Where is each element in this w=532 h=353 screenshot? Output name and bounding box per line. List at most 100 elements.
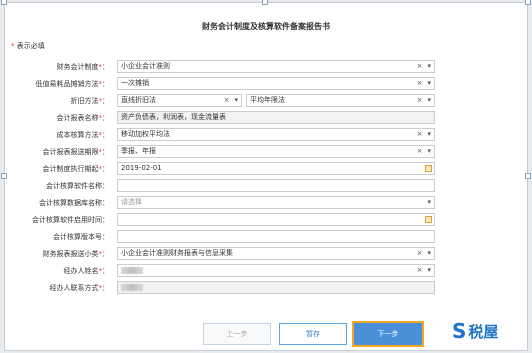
field-input[interactable]: 小企业会计准则财务报表与信息采集 × ▾ xyxy=(117,247,435,260)
field-value: 2019-02-01 xyxy=(121,164,162,172)
field-label-text: 经办人联系方式 xyxy=(49,284,99,292)
field-label-text: 会计核算软件名称 xyxy=(46,182,102,190)
logo-mark-icon: S xyxy=(452,319,467,343)
field-input[interactable] xyxy=(117,230,435,243)
field-value: 小企业会计准则财务报表与信息采集 xyxy=(121,249,233,257)
label-colon: ： xyxy=(102,250,109,258)
required-note-text: 表示必填 xyxy=(16,42,45,50)
field-value: 平均年限法 xyxy=(250,96,285,104)
clear-icon[interactable]: × xyxy=(417,62,423,70)
field-label: 财务会计制度*： xyxy=(57,62,110,72)
clear-icon[interactable]: × xyxy=(417,147,423,155)
label-colon: ： xyxy=(102,216,109,224)
clear-icon[interactable]: × xyxy=(417,96,423,104)
field-label: 会计报表报送期限*： xyxy=(43,147,110,157)
field-value: 小企业会计准则 xyxy=(121,62,170,70)
label-colon: ： xyxy=(102,97,109,105)
dropdown-arrow-icon[interactable]: ▾ xyxy=(427,266,431,274)
clear-icon[interactable]: × xyxy=(417,130,423,138)
field-label-text: 财务报表报送小类 xyxy=(42,250,99,258)
dropdown-arrow-icon[interactable]: ▾ xyxy=(427,96,431,104)
select-controls: ▾ xyxy=(427,197,431,208)
dropdown-arrow-icon[interactable]: ▾ xyxy=(427,198,431,206)
label-colon: ： xyxy=(102,165,109,173)
field-input[interactable]: 直线折旧法 × ▾ xyxy=(117,94,242,107)
resize-handle[interactable] xyxy=(525,0,531,5)
resize-handle[interactable] xyxy=(1,0,7,5)
field-input[interactable]: 季报、年报 × ▾ xyxy=(117,145,435,158)
prev-button[interactable]: 上一步 xyxy=(203,323,271,345)
next-button[interactable]: 下一步 xyxy=(352,321,424,347)
dropdown-arrow-icon[interactable]: ▾ xyxy=(427,79,431,87)
select-controls: × ▾ xyxy=(417,146,431,157)
field-value: 季报、年报 xyxy=(121,147,156,155)
field-label: 成本核算方法*： xyxy=(57,130,110,140)
label-colon: ： xyxy=(102,63,109,71)
field-label-text: 会计核算软件启用时间 xyxy=(32,216,102,224)
form-row: 经办人联系方式*： xyxy=(5,280,527,296)
field-value: 直线折旧法 xyxy=(121,96,156,104)
form-row: 会计核算数据库名称： 请选择 ▾ xyxy=(5,195,527,211)
form-row: 会计报表名称*： 资产负债表，利润表，现金流量表 xyxy=(5,110,527,126)
save-draft-button[interactable]: 暂存 xyxy=(279,323,347,345)
field-input[interactable]: 请选择 ▾ xyxy=(117,196,435,209)
field-label-text: 会计制度执行期起 xyxy=(42,165,99,173)
redacted-value xyxy=(121,267,143,274)
label-colon: ： xyxy=(102,233,109,241)
form-row: 折旧方法*： 直线折旧法 × ▾ 平均年限法 × ▾ xyxy=(5,93,527,109)
select-controls: × ▾ xyxy=(417,129,431,140)
field-input[interactable]: 一次摊销 × ▾ xyxy=(117,77,435,90)
field-label-text: 会计报表名称 xyxy=(56,114,99,122)
dropdown-arrow-icon[interactable]: ▾ xyxy=(427,147,431,155)
field-label: 会计核算软件名称： xyxy=(46,181,109,191)
clear-icon[interactable]: × xyxy=(417,79,423,87)
select-controls: × ▾ xyxy=(417,61,431,72)
dropdown-arrow-icon[interactable]: ▾ xyxy=(427,249,431,257)
dropdown-arrow-icon[interactable]: ▾ xyxy=(427,130,431,138)
form-row: 经办人姓名*： × ▾ xyxy=(5,263,527,279)
field-value: 一次摊销 xyxy=(121,79,149,87)
field-input[interactable] xyxy=(117,281,435,294)
clear-icon[interactable]: × xyxy=(417,249,423,257)
calendar-icon[interactable] xyxy=(425,216,432,223)
dropdown-arrow-icon[interactable]: ▾ xyxy=(234,96,238,104)
field-input[interactable]: 资产负债表，利润表，现金流量表 xyxy=(117,111,435,124)
field-label: 会计制度执行期起*： xyxy=(43,164,110,174)
label-colon: ： xyxy=(102,114,109,122)
required-star: * xyxy=(11,42,15,50)
field-label-text: 会计核算版本号 xyxy=(53,233,102,241)
field-input[interactable]: 小企业会计准则 × ▾ xyxy=(117,60,435,73)
resize-handle[interactable] xyxy=(262,0,268,5)
select-controls: × ▾ xyxy=(224,95,238,106)
field-input[interactable]: 平均年限法 × ▾ xyxy=(246,94,435,107)
label-colon: ： xyxy=(102,80,109,88)
form-row: 会计报表报送期限*： 季报、年报 × ▾ xyxy=(5,144,527,160)
label-colon: ： xyxy=(102,199,109,207)
field-label: 折旧方法*： xyxy=(71,96,110,106)
field-label-text: 折旧方法 xyxy=(70,97,99,105)
field-input[interactable]: 2019-02-01 xyxy=(117,162,435,175)
field-label: 会计核算版本号： xyxy=(53,232,109,242)
label-colon: ： xyxy=(102,148,109,156)
label-colon: ： xyxy=(102,182,109,190)
clear-icon[interactable]: × xyxy=(224,96,230,104)
calendar-icon[interactable] xyxy=(425,165,432,172)
dropdown-arrow-icon[interactable]: ▾ xyxy=(427,62,431,70)
field-input[interactable] xyxy=(117,213,435,226)
field-input[interactable]: × ▾ xyxy=(117,264,435,277)
report-dialog: 财务会计制度及核算软件备案报告书 * 表示必填 财务会计制度*： 小企业会计准则 ×… xyxy=(1,0,531,351)
clear-icon[interactable]: × xyxy=(417,266,423,274)
field-input[interactable]: 移动加权平均法 × ▾ xyxy=(117,128,435,141)
field-label: 经办人联系方式*： xyxy=(50,283,110,293)
field-label-text: 成本核算方法 xyxy=(56,131,99,139)
field-value: 资产负债表，利润表，现金流量表 xyxy=(121,113,226,121)
dialog-title: 财务会计制度及核算软件备案报告书 xyxy=(202,22,330,31)
field-value: 请选择 xyxy=(121,198,142,206)
field-value: 移动加权平均法 xyxy=(121,130,170,138)
report-form: 财务会计制度*： 小企业会计准则 × ▾ 低值易耗品摊销方法*： 一次摊销 × ▾ 折旧方法*：… xyxy=(5,59,527,297)
field-input[interactable] xyxy=(117,179,435,192)
form-row: 财务会计制度*： 小企业会计准则 × ▾ xyxy=(5,59,527,75)
field-label-text: 经办人姓名 xyxy=(63,267,99,275)
field-label: 会计核算数据库名称： xyxy=(39,198,109,208)
label-colon: ： xyxy=(102,267,109,275)
